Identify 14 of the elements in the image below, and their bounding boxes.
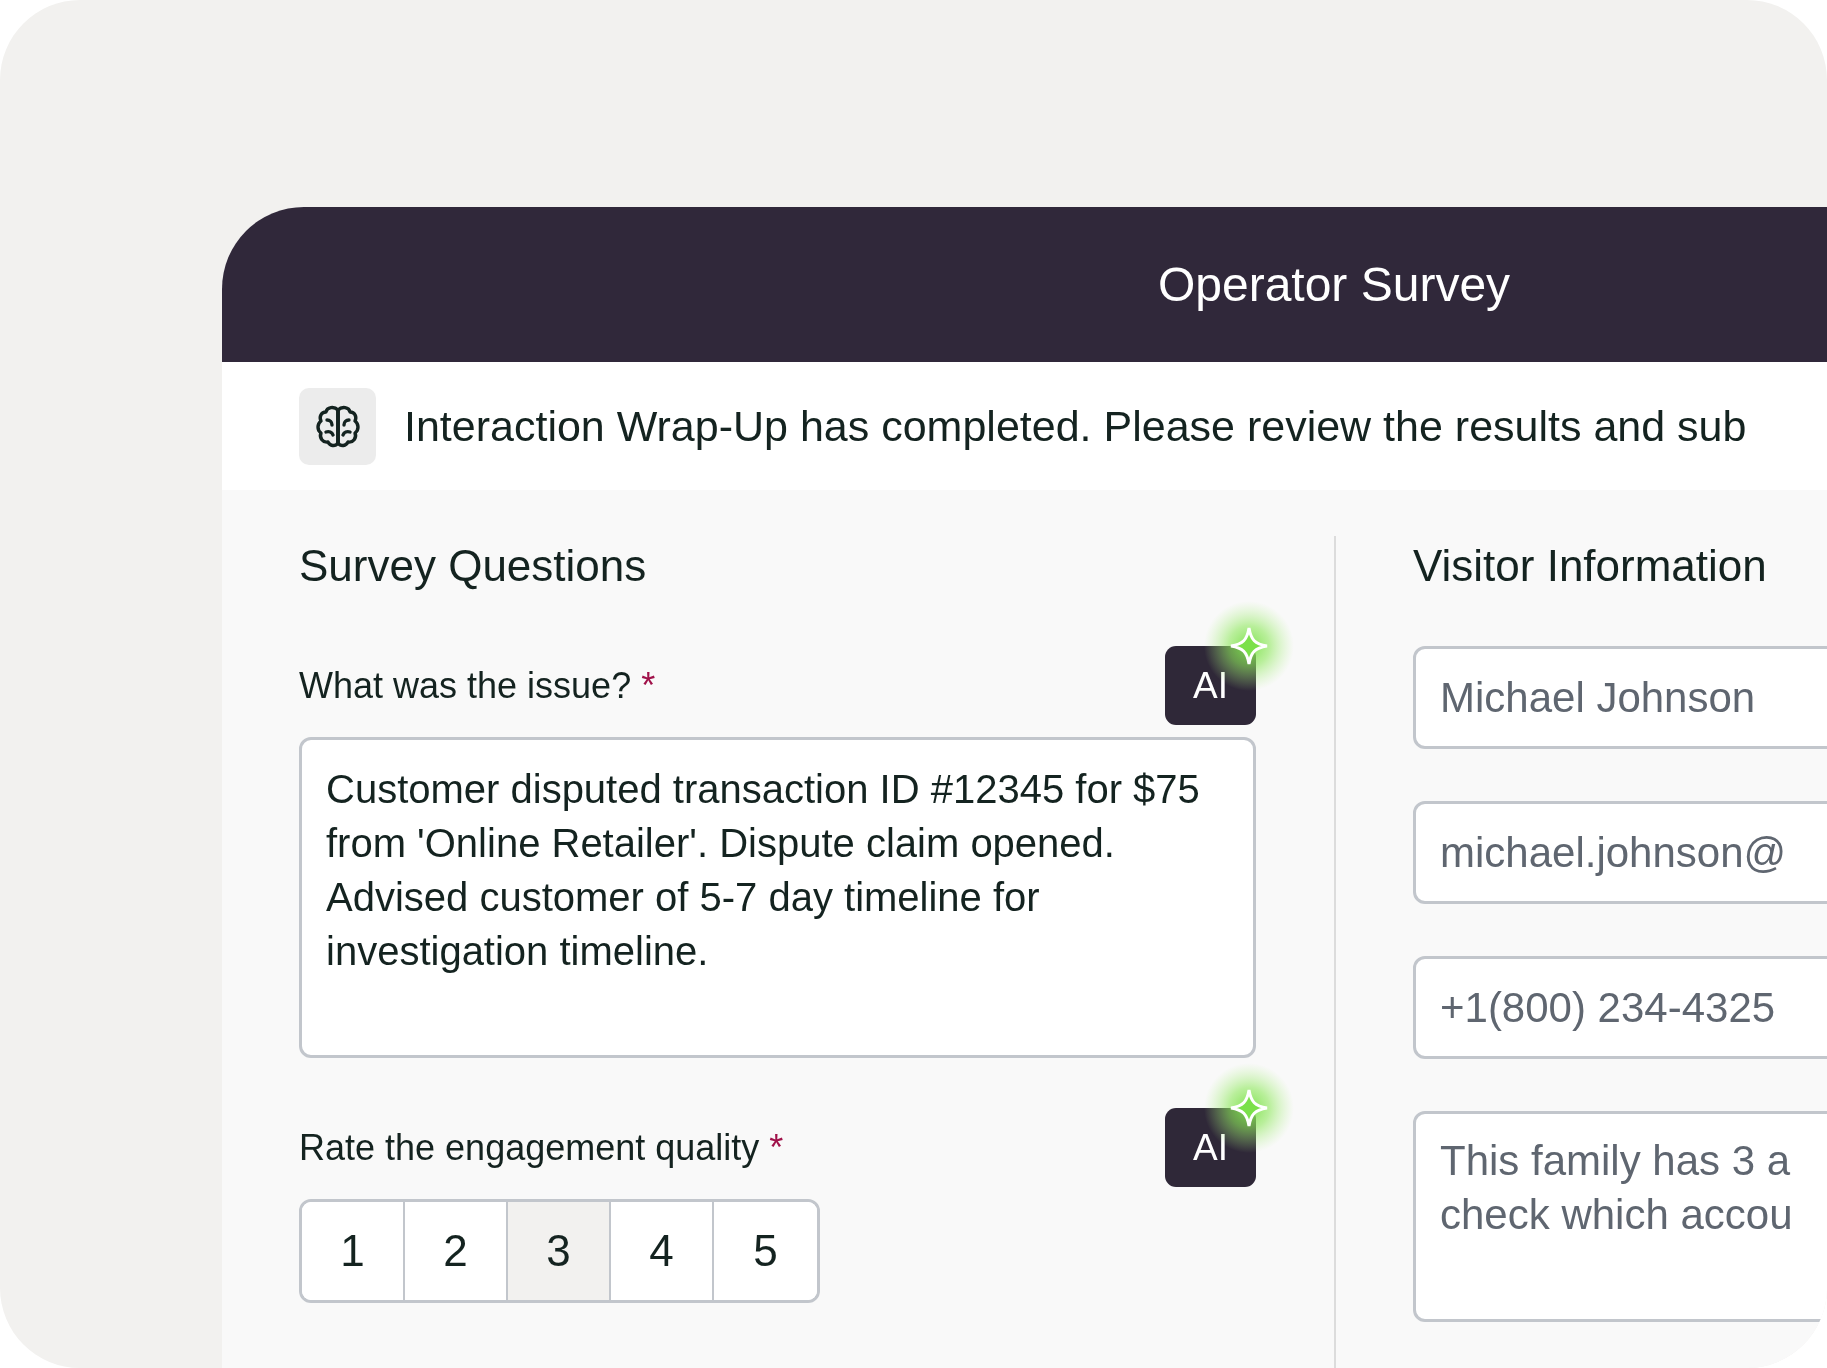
issue-text-area[interactable]: Customer disputed transaction ID #12345 for $75 from 'Online Retailer'. Dispute claim opened. Advised customer of 5-7 day timeline for investigation timeline. xyxy=(299,737,1256,1058)
window-title: Operator Survey xyxy=(1157,257,1511,312)
notes-field[interactable]: This family has 3 a check which accou xyxy=(1413,1111,1827,1322)
section-title: Survey Questions xyxy=(299,540,648,592)
phone-field[interactable]: +1(800) 234-4325 xyxy=(1413,956,1827,1059)
rating-option[interactable]: 1 xyxy=(302,1202,405,1300)
question-label: Rate the engagement quality * xyxy=(299,1126,784,1169)
banner-message: Interaction Wrap-Up has completed. Please review the results and sub xyxy=(404,401,1747,451)
question-label: What was the issue? * xyxy=(299,664,656,707)
name-field[interactable]: Michael Johnson xyxy=(1413,646,1827,749)
email-field[interactable]: michael.johnson@ xyxy=(1413,801,1827,904)
section-title: Visitor Information xyxy=(1413,540,1768,592)
brain-icon xyxy=(299,387,376,465)
rating-option[interactable]: 3 xyxy=(508,1202,611,1300)
